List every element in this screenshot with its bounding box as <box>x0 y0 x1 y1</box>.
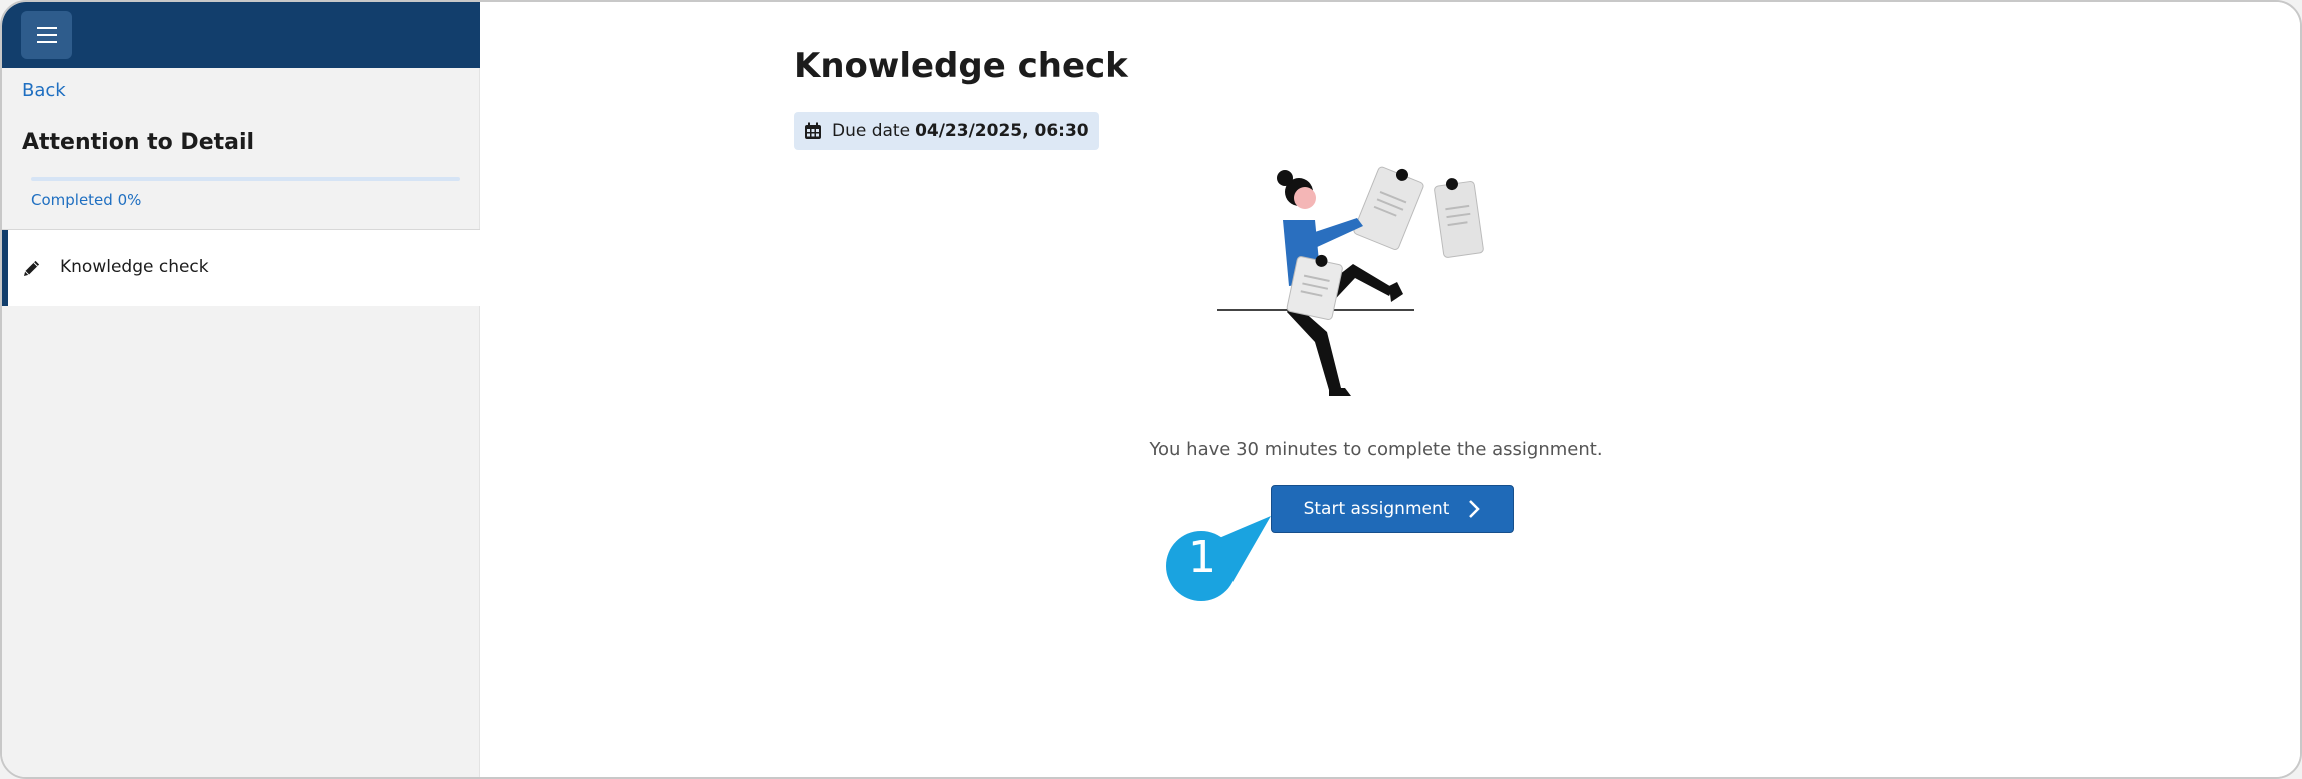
hamburger-menu-icon <box>36 27 57 43</box>
chevron-right-icon <box>1469 500 1481 518</box>
sidebar-header <box>2 2 480 68</box>
course-title: Attention to Detail <box>22 130 255 155</box>
progress-bar <box>31 177 460 181</box>
calendar-icon <box>805 122 821 139</box>
app-window: Back Attention to Detail Completed 0% Kn… <box>0 0 2302 779</box>
due-date-badge: Due date 04/23/2025, 06:30 <box>794 112 1099 150</box>
sidebar-item-knowledge-check[interactable]: Knowledge check <box>2 230 480 306</box>
page-title: Knowledge check <box>794 46 1128 86</box>
progress-label: Completed 0% <box>31 191 142 209</box>
illustration-woman-with-notes <box>1217 166 1484 396</box>
sidebar-item-label: Knowledge check <box>60 257 209 277</box>
due-date-value: 04/23/2025, 06:30 <box>915 121 1089 141</box>
pencil-icon <box>24 260 40 276</box>
step-callout-number: 1 <box>1188 532 1216 583</box>
sidebar: Back Attention to Detail Completed 0% Kn… <box>2 2 480 777</box>
due-date-label: Due date <box>832 121 911 141</box>
back-link[interactable]: Back <box>22 80 66 101</box>
main-content: Knowledge check Due date 04/23/2025, 06:… <box>481 2 2300 777</box>
hamburger-menu-button[interactable] <box>21 11 72 59</box>
start-assignment-label: Start assignment <box>1303 499 1450 519</box>
assignment-info-text: You have 30 minutes to complete the assi… <box>1149 439 1603 460</box>
start-assignment-button[interactable]: Start assignment <box>1271 485 1514 533</box>
